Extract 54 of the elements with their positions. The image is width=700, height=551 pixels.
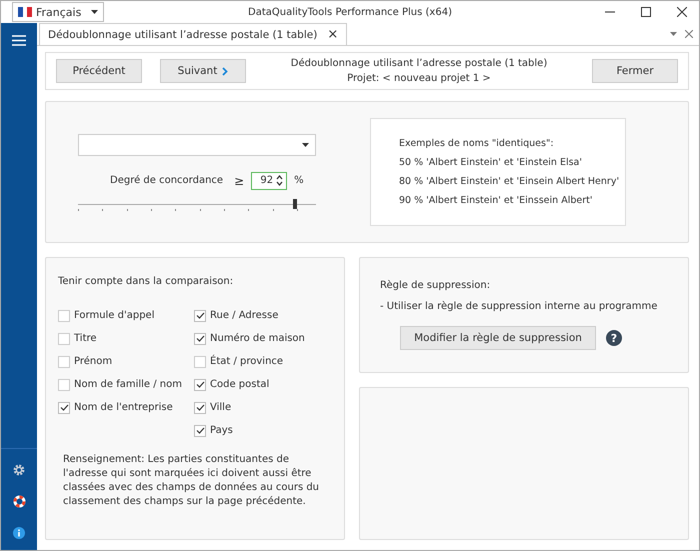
section-title: Règle de suppression:	[380, 280, 492, 291]
check-icon	[60, 404, 68, 411]
example-line: 80 % 'Albert Einstein' et 'Einsein Albert Henry'	[399, 176, 620, 187]
caret-icon	[91, 10, 98, 14]
flag-icon	[18, 7, 32, 17]
checkbox[interactable]: Rue / Adresse	[194, 309, 305, 322]
settings-icon[interactable]	[13, 464, 25, 476]
dropdown-field[interactable]	[78, 134, 316, 156]
checkbox[interactable]: Formule d'appel	[58, 309, 194, 322]
checkbox[interactable]: Ville	[194, 401, 305, 414]
document-tab[interactable]: Dédoublonnage utilisant l’adresse postale (1 table) ×	[39, 23, 348, 45]
check-icon	[196, 312, 204, 319]
checkbox[interactable]: Numéro de maison	[194, 332, 305, 345]
check-icon	[196, 381, 204, 388]
examples-title: Exemples de noms "identiques":	[399, 138, 555, 149]
checkbox[interactable]: État / province	[194, 355, 305, 368]
close-button[interactable]: Fermer	[592, 59, 678, 83]
slider-thumb[interactable]	[292, 198, 297, 208]
spinner-arrows-icon	[276, 174, 284, 187]
window-title: DataQualityTools Performance Plus (x64)	[248, 6, 452, 18]
language-dropdown[interactable]: Français	[12, 2, 104, 22]
caret-icon	[302, 142, 309, 146]
chevron-icon	[222, 66, 228, 76]
check-icon	[196, 335, 204, 342]
operator-label: ≥	[234, 174, 244, 188]
match-label: Degré de concordance	[110, 175, 224, 186]
rule-text: - Utiliser la règle de suppression interne au programme	[380, 301, 658, 312]
maximize-icon[interactable]	[641, 7, 651, 17]
menu-icon[interactable]	[12, 35, 26, 46]
section-title: Tenir compte dans la comparaison:	[58, 276, 234, 287]
next-button[interactable]: Suivant	[160, 59, 246, 83]
close-icon[interactable]	[677, 7, 687, 17]
note-text: Renseignement: Les parties constituantes de l'adresse qui sont marquées ici doivent aussi être classées avec des champs de données au cours du classement des champs sur la page précédente.	[63, 453, 320, 509]
back-button[interactable]: Précédent	[56, 59, 142, 83]
checkbox[interactable]: Titre	[58, 332, 194, 345]
project-label: Projet: < nouveau projet 1 >	[347, 73, 491, 84]
unit-label: %	[294, 175, 304, 186]
example-line: 90 % 'Albert Einstein' et 'Einssein Albert'	[399, 195, 594, 206]
page-title: Dédoublonnage utilisant l’adresse postale (1 table)	[290, 58, 548, 69]
checkbox[interactable]: Nom de l'entreprise	[58, 401, 194, 414]
check-icon	[196, 427, 204, 434]
spin-field[interactable]: 92	[251, 172, 288, 190]
checkbox[interactable]: Nom de famille / nom	[58, 378, 194, 391]
checkbox[interactable]: Pays	[194, 424, 305, 437]
lifebuoy-icon[interactable]	[12, 495, 26, 508]
example-line: 50 % 'Albert Einstein' et 'Einstein Elsa'	[399, 157, 583, 168]
caret-icon[interactable]	[670, 32, 677, 36]
checkbox[interactable]: Prénom	[58, 355, 194, 368]
edit-rule-button[interactable]: Modifier la règle de suppression	[400, 326, 596, 350]
info-icon[interactable]	[13, 527, 25, 539]
tab-close-button[interactable]: ×	[327, 27, 338, 42]
checkbox[interactable]: Code postal	[194, 378, 305, 391]
help-button[interactable]: ?	[606, 330, 622, 346]
check-icon	[196, 404, 204, 411]
